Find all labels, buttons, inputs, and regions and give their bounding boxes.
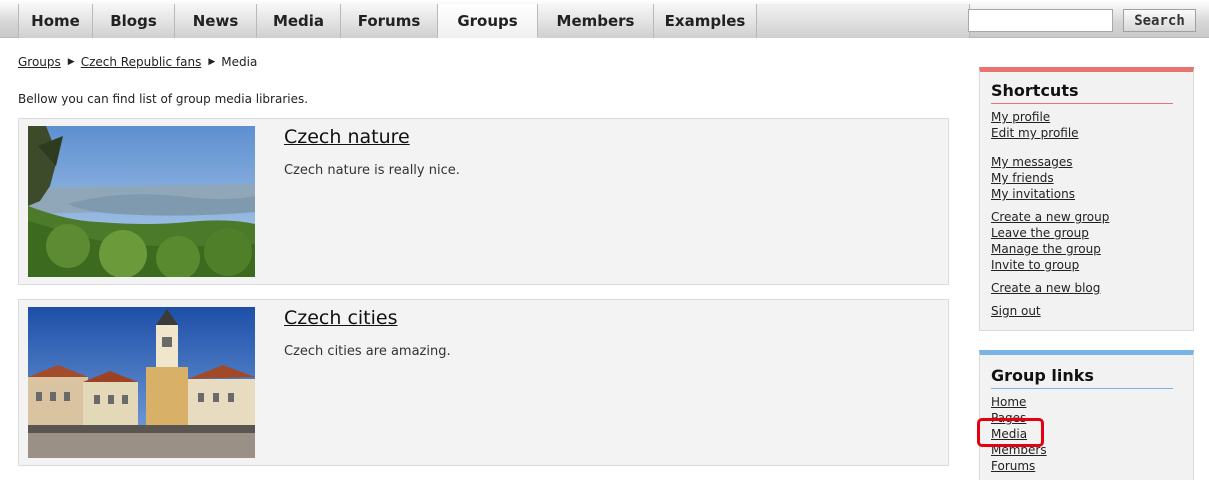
library-description: Czech nature is really nice.: [284, 163, 460, 178]
media-library-item: Czech nature Czech nature is really nice…: [18, 118, 949, 285]
nav-item-blogs[interactable]: Blogs: [93, 4, 175, 38]
intro-text: Bellow you can find list of group media …: [18, 92, 309, 106]
nav-item-members[interactable]: Members: [538, 4, 654, 38]
breadcrumb-link-groups[interactable]: Groups: [18, 55, 61, 69]
breadcrumb-link-group[interactable]: Czech Republic fans: [81, 55, 202, 69]
shortcut-link-invite-group[interactable]: Invite to group: [991, 258, 1079, 273]
group-links-panel: Group links Home Pages Media Members For…: [979, 350, 1194, 480]
search-button[interactable]: Search: [1123, 9, 1196, 32]
shortcut-link-my-invitations[interactable]: My invitations: [991, 187, 1075, 202]
shortcut-link-my-messages[interactable]: My messages: [991, 155, 1072, 170]
search-input[interactable]: [968, 9, 1113, 32]
shortcut-link-create-blog[interactable]: Create a new blog: [991, 281, 1100, 296]
breadcrumb-current: Media: [221, 55, 258, 69]
group-link-forums[interactable]: Forums: [991, 459, 1035, 474]
shortcut-link-manage-group[interactable]: Manage the group: [991, 242, 1101, 257]
nav-item-forums[interactable]: Forums: [341, 4, 438, 38]
group-links-title: Group links: [991, 366, 1173, 389]
breadcrumb: Groups ▶ Czech Republic fans ▶ Media: [18, 55, 257, 69]
library-thumbnail-cities[interactable]: [28, 307, 255, 458]
shortcut-link-leave-group[interactable]: Leave the group: [991, 226, 1089, 241]
shortcut-link-edit-profile[interactable]: Edit my profile: [991, 126, 1079, 141]
highlight-box: [977, 418, 1044, 447]
breadcrumb-arrow-icon: ▶: [67, 57, 75, 67]
nav-item-examples[interactable]: Examples: [654, 4, 757, 38]
nav-item-home[interactable]: Home: [19, 4, 93, 38]
nav-spacer: [757, 4, 970, 38]
nav-item-media[interactable]: Media: [257, 4, 341, 38]
shortcut-link-my-friends[interactable]: My friends: [991, 171, 1054, 186]
breadcrumb-arrow-icon: ▶: [208, 57, 216, 67]
shortcut-link-create-group[interactable]: Create a new group: [991, 210, 1109, 225]
nav-item-news[interactable]: News: [175, 4, 257, 38]
library-title[interactable]: Czech nature: [284, 126, 410, 148]
group-link-home[interactable]: Home: [991, 395, 1026, 410]
library-thumbnail-nature[interactable]: [28, 126, 255, 277]
main-menu: Home Blogs News Media Forums Groups Memb…: [18, 4, 970, 38]
shortcut-link-my-profile[interactable]: My profile: [991, 110, 1050, 125]
library-title[interactable]: Czech cities: [284, 307, 398, 329]
nav-item-groups[interactable]: Groups: [438, 4, 538, 38]
shortcuts-panel: Shortcuts My profile Edit my profile My …: [979, 67, 1194, 331]
library-description: Czech cities are amazing.: [284, 344, 451, 359]
media-library-item: Czech cities Czech cities are amazing.: [18, 299, 949, 466]
shortcuts-title: Shortcuts: [991, 81, 1173, 104]
top-navigation-bar: Home Blogs News Media Forums Groups Memb…: [0, 0, 1209, 38]
shortcut-link-sign-out[interactable]: Sign out: [991, 304, 1041, 319]
